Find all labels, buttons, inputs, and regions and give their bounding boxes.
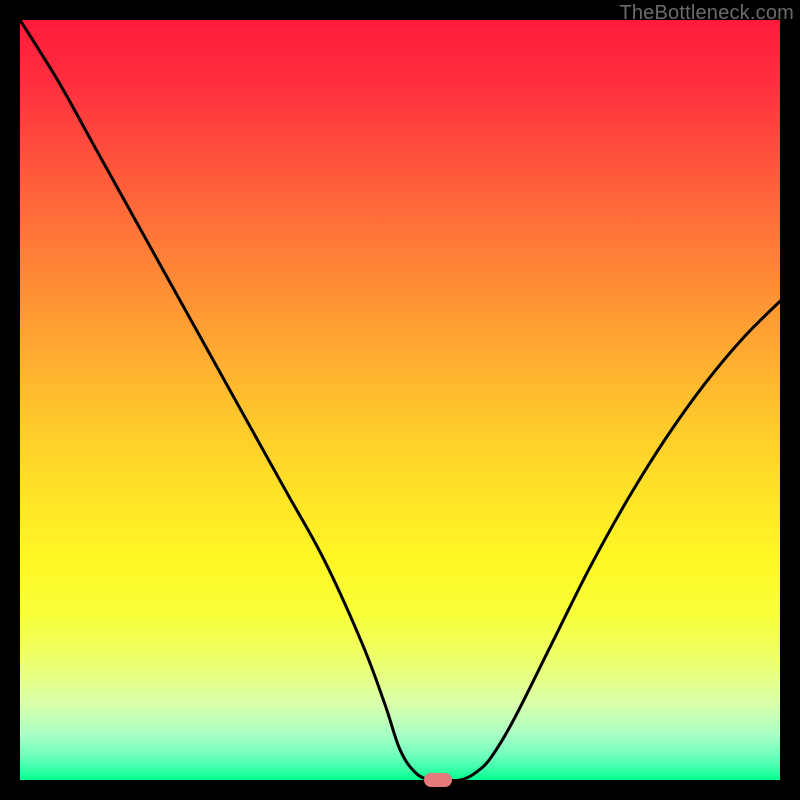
optimal-marker: [424, 773, 452, 787]
bottleneck-curve: [20, 20, 780, 780]
chart-container: TheBottleneck.com: [0, 0, 800, 800]
plot-area: [20, 20, 780, 780]
